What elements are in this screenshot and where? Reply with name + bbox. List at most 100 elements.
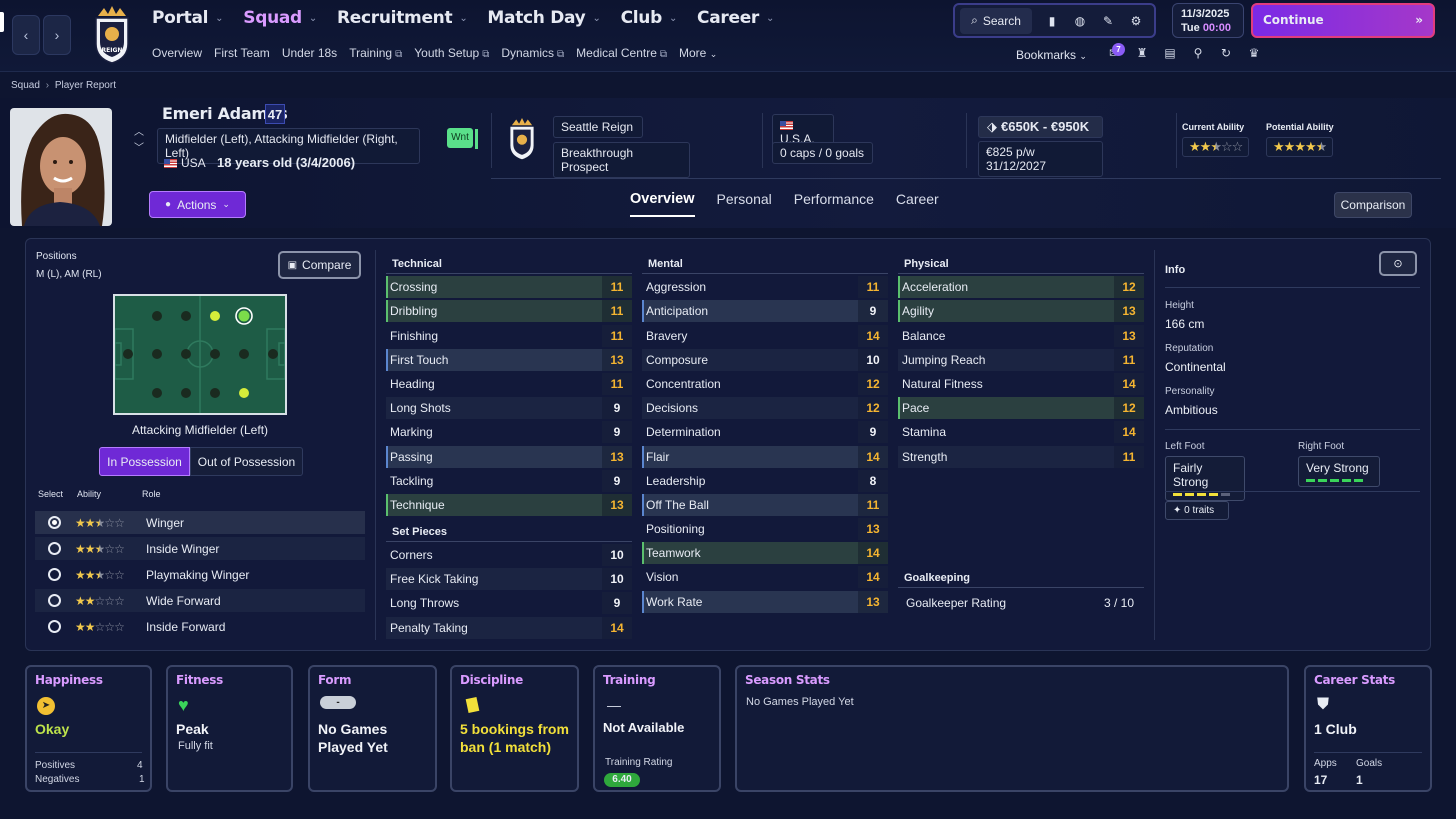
- sidebar-toggle[interactable]: [0, 12, 4, 32]
- attribute-row[interactable]: Bravery 14: [642, 324, 888, 347]
- attribute-row[interactable]: Finishing 11: [386, 324, 632, 347]
- attribute-row[interactable]: Crossing 11: [386, 276, 632, 299]
- actions-button[interactable]: ● Actions ⌄: [149, 191, 246, 218]
- attribute-row[interactable]: Aggression 11: [642, 276, 888, 299]
- radio-button[interactable]: [48, 542, 61, 555]
- position-pitch[interactable]: [113, 294, 287, 415]
- attribute-row[interactable]: Pace 12: [898, 397, 1144, 420]
- discipline-card[interactable]: Discipline 5 bookings from ban (1 match): [450, 665, 579, 792]
- back-button[interactable]: ‹: [12, 15, 40, 55]
- attribute-row[interactable]: Positioning 13: [642, 518, 888, 541]
- career-stats-card[interactable]: Career Stats ⛊ 1 Club Apps Goals 17 1: [1304, 665, 1432, 792]
- attribute-row[interactable]: Free Kick Taking 10: [386, 568, 632, 591]
- forward-button[interactable]: ›: [43, 15, 71, 55]
- nav-recruitment[interactable]: Recruitment ⌄: [337, 8, 468, 28]
- subnav-youth-setup[interactable]: Youth Setup ⧉: [414, 46, 489, 60]
- subnav-medical-centre[interactable]: Medical Centre ⧉: [576, 46, 667, 60]
- refresh-icon[interactable]: ↻: [1217, 46, 1235, 64]
- attribute-row[interactable]: Heading 11: [386, 372, 632, 395]
- pen-icon[interactable]: ✎: [1094, 14, 1122, 28]
- attribute-row[interactable]: Work Rate 13: [642, 590, 888, 613]
- out-of-possession-toggle[interactable]: Out of Possession: [190, 447, 303, 476]
- role-row[interactable]: ★★☆☆☆ Wide Forward: [35, 589, 365, 612]
- attribute-row[interactable]: Acceleration 12: [898, 276, 1144, 299]
- tab-performance[interactable]: Performance: [794, 191, 874, 217]
- tab-overview[interactable]: Overview: [630, 191, 695, 217]
- chevron-down-icon[interactable]: ﹀: [134, 141, 144, 157]
- radio-button[interactable]: [48, 620, 61, 633]
- subnav-overview[interactable]: Overview: [152, 46, 202, 60]
- happiness-card[interactable]: Happiness ➤ Okay Positives 4 Negatives 1: [25, 665, 152, 792]
- search-button[interactable]: ⌕ Search: [960, 7, 1032, 34]
- attribute-row[interactable]: Dribbling 11: [386, 300, 632, 323]
- subnav-first-team[interactable]: First Team: [214, 46, 270, 60]
- inbox-icon[interactable]: ✉7: [1105, 43, 1125, 64]
- attribute-row[interactable]: Long Shots 9: [386, 397, 632, 420]
- attribute-row[interactable]: Off The Ball 11: [642, 493, 888, 516]
- attribute-row[interactable]: Strength 11: [898, 445, 1144, 468]
- bookmarks-dropdown[interactable]: Bookmarks ⌄: [1016, 48, 1087, 62]
- attribute-row[interactable]: Composure 10: [642, 348, 888, 371]
- season-stats-card[interactable]: Season Stats No Games Played Yet: [735, 665, 1289, 792]
- attribute-row[interactable]: Tackling 9: [386, 469, 632, 492]
- attribute-row[interactable]: Determination 9: [642, 421, 888, 444]
- attribute-row[interactable]: Leadership 8: [642, 469, 888, 492]
- radio-button[interactable]: [48, 516, 61, 529]
- settings-icon[interactable]: ⚙: [1122, 14, 1150, 28]
- subnav-under-18s[interactable]: Under 18s: [282, 46, 337, 60]
- role-row[interactable]: ★★★☆☆ Playmaking Winger: [35, 563, 365, 586]
- subnav-more[interactable]: More ⌄: [679, 46, 717, 60]
- training-card[interactable]: Training — Not Available Training Rating…: [593, 665, 721, 792]
- subnav-training[interactable]: Training ⧉: [349, 46, 402, 60]
- attribute-row[interactable]: Technique 13: [386, 493, 632, 516]
- trophy-icon[interactable]: ♛: [1245, 46, 1263, 64]
- transfer-value[interactable]: ⬗ €650K - €950K: [978, 116, 1103, 138]
- info-settings-button[interactable]: ⊙: [1379, 251, 1417, 276]
- attribute-row[interactable]: Jumping Reach 11: [898, 348, 1144, 371]
- role-row[interactable]: ★★☆☆☆ Inside Forward: [35, 615, 365, 638]
- attribute-row[interactable]: Stamina 14: [898, 421, 1144, 444]
- in-possession-toggle[interactable]: In Possession: [99, 447, 190, 476]
- attribute-row[interactable]: Penalty Taking 14: [386, 616, 632, 639]
- role-row[interactable]: ★★★☆☆ Winger: [35, 511, 365, 534]
- subnav-dynamics[interactable]: Dynamics ⧉: [501, 46, 564, 60]
- wanted-tag[interactable]: Wnt: [447, 128, 473, 148]
- attribute-row[interactable]: First Touch 13: [386, 348, 632, 371]
- attribute-row[interactable]: Teamwork 14: [642, 542, 888, 565]
- club-name[interactable]: Seattle Reign: [553, 116, 643, 138]
- club-crest-icon[interactable]: REIGN: [92, 6, 132, 64]
- attribute-row[interactable]: Vision 14: [642, 566, 888, 589]
- kit-icon[interactable]: ♜: [1133, 46, 1151, 64]
- compare-button[interactable]: ▣ Compare: [278, 251, 361, 279]
- radio-button[interactable]: [48, 568, 61, 581]
- nav-portal[interactable]: Portal ⌄: [152, 8, 224, 28]
- nav-career[interactable]: Career ⌄: [697, 8, 774, 28]
- fitness-card[interactable]: Fitness ♥ Peak Fully fit: [166, 665, 293, 792]
- radio-button[interactable]: [48, 594, 61, 607]
- attribute-row[interactable]: Concentration 12: [642, 372, 888, 395]
- attribute-row[interactable]: Anticipation 9: [642, 300, 888, 323]
- chevron-up-icon[interactable]: ︿: [134, 125, 144, 141]
- date-display[interactable]: 11/3/2025 Tue 00:00: [1172, 3, 1244, 38]
- attribute-row[interactable]: Passing 13: [386, 445, 632, 468]
- continue-button[interactable]: Continue »: [1251, 3, 1435, 38]
- attribute-row[interactable]: Corners 10: [386, 544, 632, 567]
- attribute-row[interactable]: Balance 13: [898, 324, 1144, 347]
- notes-icon[interactable]: ▮: [1038, 14, 1066, 28]
- player-switch[interactable]: ︿ ﹀: [134, 125, 144, 157]
- nav-match-day[interactable]: Match Day ⌄: [487, 8, 600, 28]
- attribute-row[interactable]: Marking 9: [386, 421, 632, 444]
- nav-club[interactable]: Club ⌄: [621, 8, 678, 28]
- nav-squad[interactable]: Squad ⌄: [243, 8, 317, 28]
- role-row[interactable]: ★★★☆☆ Inside Winger: [35, 537, 365, 560]
- tab-career[interactable]: Career: [896, 191, 939, 217]
- attribute-row[interactable]: Flair 14: [642, 445, 888, 468]
- comparison-button[interactable]: Comparison: [1334, 192, 1412, 218]
- tab-personal[interactable]: Personal: [717, 191, 772, 217]
- clipboard-icon[interactable]: ▤: [1161, 46, 1179, 64]
- traits-button[interactable]: ✦ 0 traits: [1165, 501, 1229, 520]
- club-badge-icon[interactable]: [507, 118, 537, 160]
- globe-icon[interactable]: ◍: [1066, 14, 1094, 28]
- scout-icon[interactable]: ⚲: [1189, 46, 1207, 64]
- form-card[interactable]: Form - No Games Played Yet: [308, 665, 437, 792]
